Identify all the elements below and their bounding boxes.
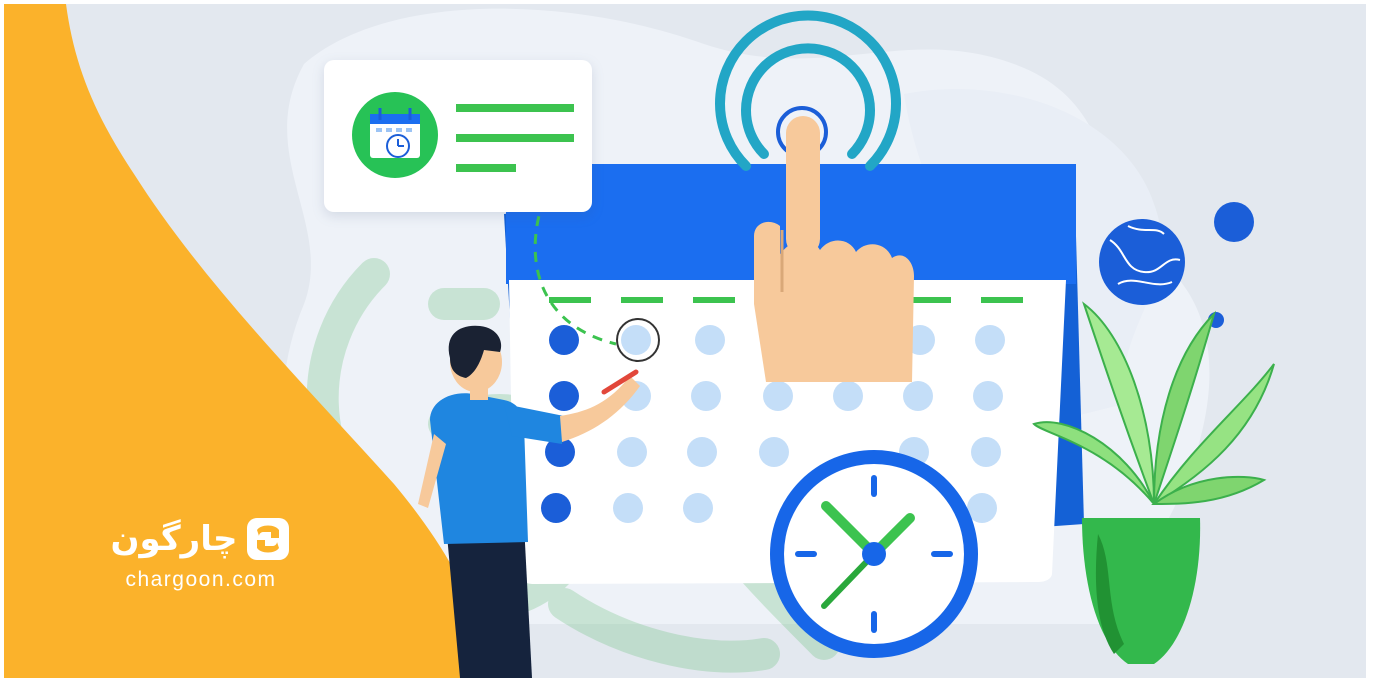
calendar-dot [903,381,933,411]
calendar-dot [973,381,1003,411]
decor-dot [1214,202,1254,242]
calendar-dot [695,325,725,355]
brand-domain: chargoon.com [125,568,277,591]
calendar-dot [971,437,1001,467]
calendar-dot [763,381,793,411]
calendar-dot [613,493,643,523]
calendar-dot [833,381,863,411]
calendar-dot [759,437,789,467]
calendar-dot [549,381,579,411]
planet-icon [1099,219,1185,305]
chargoon-logo-icon [247,518,290,560]
calendar-dot [617,437,647,467]
calendar-dot [975,325,1005,355]
calendar-dot [691,381,721,411]
brand: چارگون chargoon.com [96,516,306,592]
event-card-line [456,104,574,112]
calendar-dot [621,325,651,355]
event-card-line [456,164,516,172]
banner: چارگون chargoon.com [4,4,1366,678]
brand-row: چارگون [96,516,306,562]
calendar-dot [541,493,571,523]
brand-name: چارگون [110,519,238,559]
calendar-clock-icon [370,108,420,158]
legs [446,524,532,678]
calendar-dot [549,325,579,355]
calendar-dot [683,493,713,523]
event-card-line [456,134,574,142]
calendar-dot [687,437,717,467]
clock-icon [770,450,978,658]
